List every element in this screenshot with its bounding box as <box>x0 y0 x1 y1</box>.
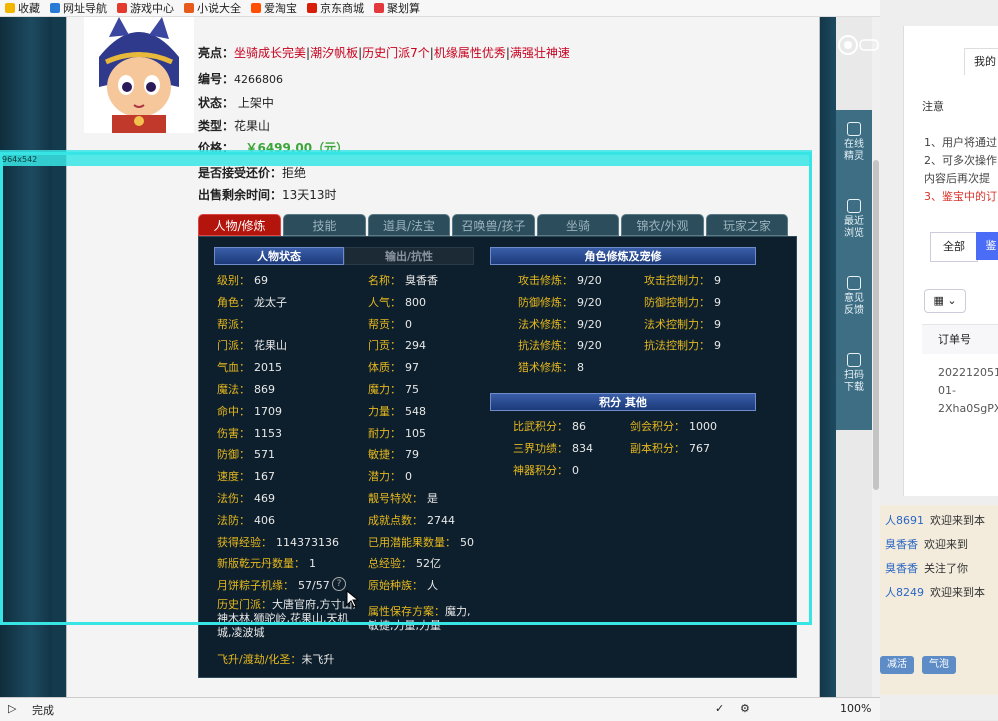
order-number: 2Xha0SgPX <box>938 402 998 415</box>
side-tool-label: 在线 精灵 <box>844 139 864 162</box>
fly-label: 飞升/渡劫/化圣： <box>217 653 302 666</box>
side-tool-2[interactable]: 最近 浏览 <box>836 199 872 240</box>
bookmark-bar: 收藏 网址导航 游戏中心 小说大全 爱淘宝 京东商城 聚划算 <box>0 0 880 17</box>
side-tool-3[interactable]: 意见 反馈 <box>836 276 872 317</box>
chat-active-button[interactable]: 减活 <box>880 656 914 674</box>
highlights-row: 亮点：坐骑成长完美|潮汐帆板|历史门派7个|机缘属性优秀|满强壮神速 <box>198 46 570 60</box>
notice-line: 内容后再次提 <box>924 172 990 185</box>
chat-username[interactable]: 人8249 <box>885 586 924 599</box>
right-decor-strip <box>818 17 836 697</box>
zoom-level[interactable]: 100% <box>840 702 871 715</box>
side-tool-label: 意见 反馈 <box>844 293 864 316</box>
side-tool-4[interactable]: 扫码 下载 <box>836 353 872 394</box>
notice-line: 1、用户将通过 <box>924 136 997 149</box>
star-icon <box>5 3 15 13</box>
order-number: 01- <box>938 384 956 397</box>
book-icon <box>184 3 194 13</box>
highlight-tag: 满强壮神速 <box>509 46 570 60</box>
mouse-cursor-icon <box>346 590 358 608</box>
filter-appraisal-button[interactable]: 鉴 <box>976 232 998 260</box>
bookmark-label: 游戏中心 <box>130 2 174 15</box>
item-id: 4266806 <box>234 73 284 86</box>
elf-icon <box>847 122 861 136</box>
chat-text: 关注了你 <box>924 562 968 575</box>
qrcode-icon <box>847 353 861 367</box>
bookmark-taobao[interactable]: 爱淘宝 <box>246 0 302 16</box>
order-column-header: 订单号 <box>922 324 998 354</box>
chat-message: 臭香香 关注了你 <box>885 560 968 576</box>
chat-username[interactable]: 人8691 <box>885 514 924 527</box>
status-text: 完成 <box>32 704 54 717</box>
status-value: 上架中 <box>237 96 274 110</box>
side-tool-label: 扫码 下载 <box>844 370 864 393</box>
bookmark-book[interactable]: 小说大全 <box>179 0 246 16</box>
history-icon <box>847 199 861 213</box>
globe-icon <box>50 3 60 13</box>
item-id-row: 编号：4266806 <box>198 72 284 86</box>
juhuasuan-icon <box>374 3 384 13</box>
side-tool-1[interactable]: 在线 精灵 <box>836 122 872 163</box>
game-icon <box>117 3 127 13</box>
bookmark-label: 小说大全 <box>197 2 241 15</box>
chat-bubble-button[interactable]: 气泡 <box>922 656 956 674</box>
chevron-down-icon: ⌄ <box>947 294 957 307</box>
chat-message: 臭香香 欢迎来到 <box>885 536 968 552</box>
tab-mine[interactable]: 我的 <box>964 48 998 75</box>
selection-box[interactable] <box>0 152 812 625</box>
type-row: 类型：花果山 <box>198 119 271 133</box>
bookmark-label: 聚划算 <box>387 2 420 15</box>
type-value: 花果山 <box>234 119 271 133</box>
settings-icon[interactable]: ⚙ <box>740 702 750 715</box>
highlight-tag: 坐骑成长完美 <box>234 46 307 60</box>
chat-message: 人8691 欢迎来到本 <box>885 512 985 528</box>
chat-text: 欢迎来到本 <box>930 586 985 599</box>
status-row: 状态： 上架中 <box>198 96 274 110</box>
bookmark-jd[interactable]: 京东商城 <box>302 0 369 16</box>
bookmark-juhuasuan[interactable]: 聚划算 <box>369 0 425 16</box>
status-page-icon: ▷ <box>8 702 17 715</box>
grid-icon: ▦ <box>933 294 944 307</box>
order-number: 2022120512 <box>938 366 998 379</box>
character-avatar <box>84 17 194 133</box>
grid-view-dropdown[interactable]: ▦ ⌄ <box>924 289 966 313</box>
chat-text: 欢迎来到本 <box>930 514 985 527</box>
bookmark-game[interactable]: 游戏中心 <box>112 0 179 16</box>
side-tool-label: 最近 浏览 <box>844 216 864 239</box>
chat-username[interactable]: 臭香香 <box>885 538 918 551</box>
chat-message: 人8249 欢迎来到本 <box>885 584 985 600</box>
bookmark-label: 京东商城 <box>320 2 364 15</box>
shield-icon[interactable]: ✓ <box>715 702 724 715</box>
highlight-tag: 历史门派7个 <box>362 46 430 60</box>
notice-line: 3、鉴宝中的订 <box>924 190 997 203</box>
scrollbar-thumb[interactable] <box>873 160 879 490</box>
bookmark-label: 网址导航 <box>63 2 107 15</box>
taobao-icon <box>251 3 261 13</box>
qq-logo-icon <box>836 30 880 60</box>
notice-title: 注意 <box>922 100 944 113</box>
notice-line: 2、可多次操作 <box>924 154 997 167</box>
fly-value: 未飞升 <box>301 653 335 666</box>
notice-dialog: 我的 注意 1、用户将通过 2、可多次操作 内容后再次提 3、鉴宝中的订 全部 鉴 ▦… <box>903 26 998 496</box>
feedback-icon <box>847 276 861 290</box>
bookmark-globe[interactable]: 网址导航 <box>45 0 112 16</box>
chat-username[interactable]: 臭香香 <box>885 562 918 575</box>
chat-text: 欢迎来到 <box>924 538 968 551</box>
bookmark-star[interactable]: 收藏 <box>0 0 45 16</box>
fly-status: 飞升/渡劫/化圣：未飞升 <box>217 651 334 667</box>
status-bar: ▷ 完成 ✓ ⚙ 100% <box>0 697 880 721</box>
highlight-tag: 潮汐帆板 <box>310 46 359 60</box>
filter-all-button[interactable]: 全部 <box>930 232 978 262</box>
bookmark-label: 收藏 <box>18 2 40 15</box>
jd-icon <box>307 3 317 13</box>
selection-size-label: 964x542 <box>2 155 38 164</box>
highlight-tag: 机缘属性优秀 <box>433 46 506 60</box>
bookmark-label: 爱淘宝 <box>264 2 297 15</box>
